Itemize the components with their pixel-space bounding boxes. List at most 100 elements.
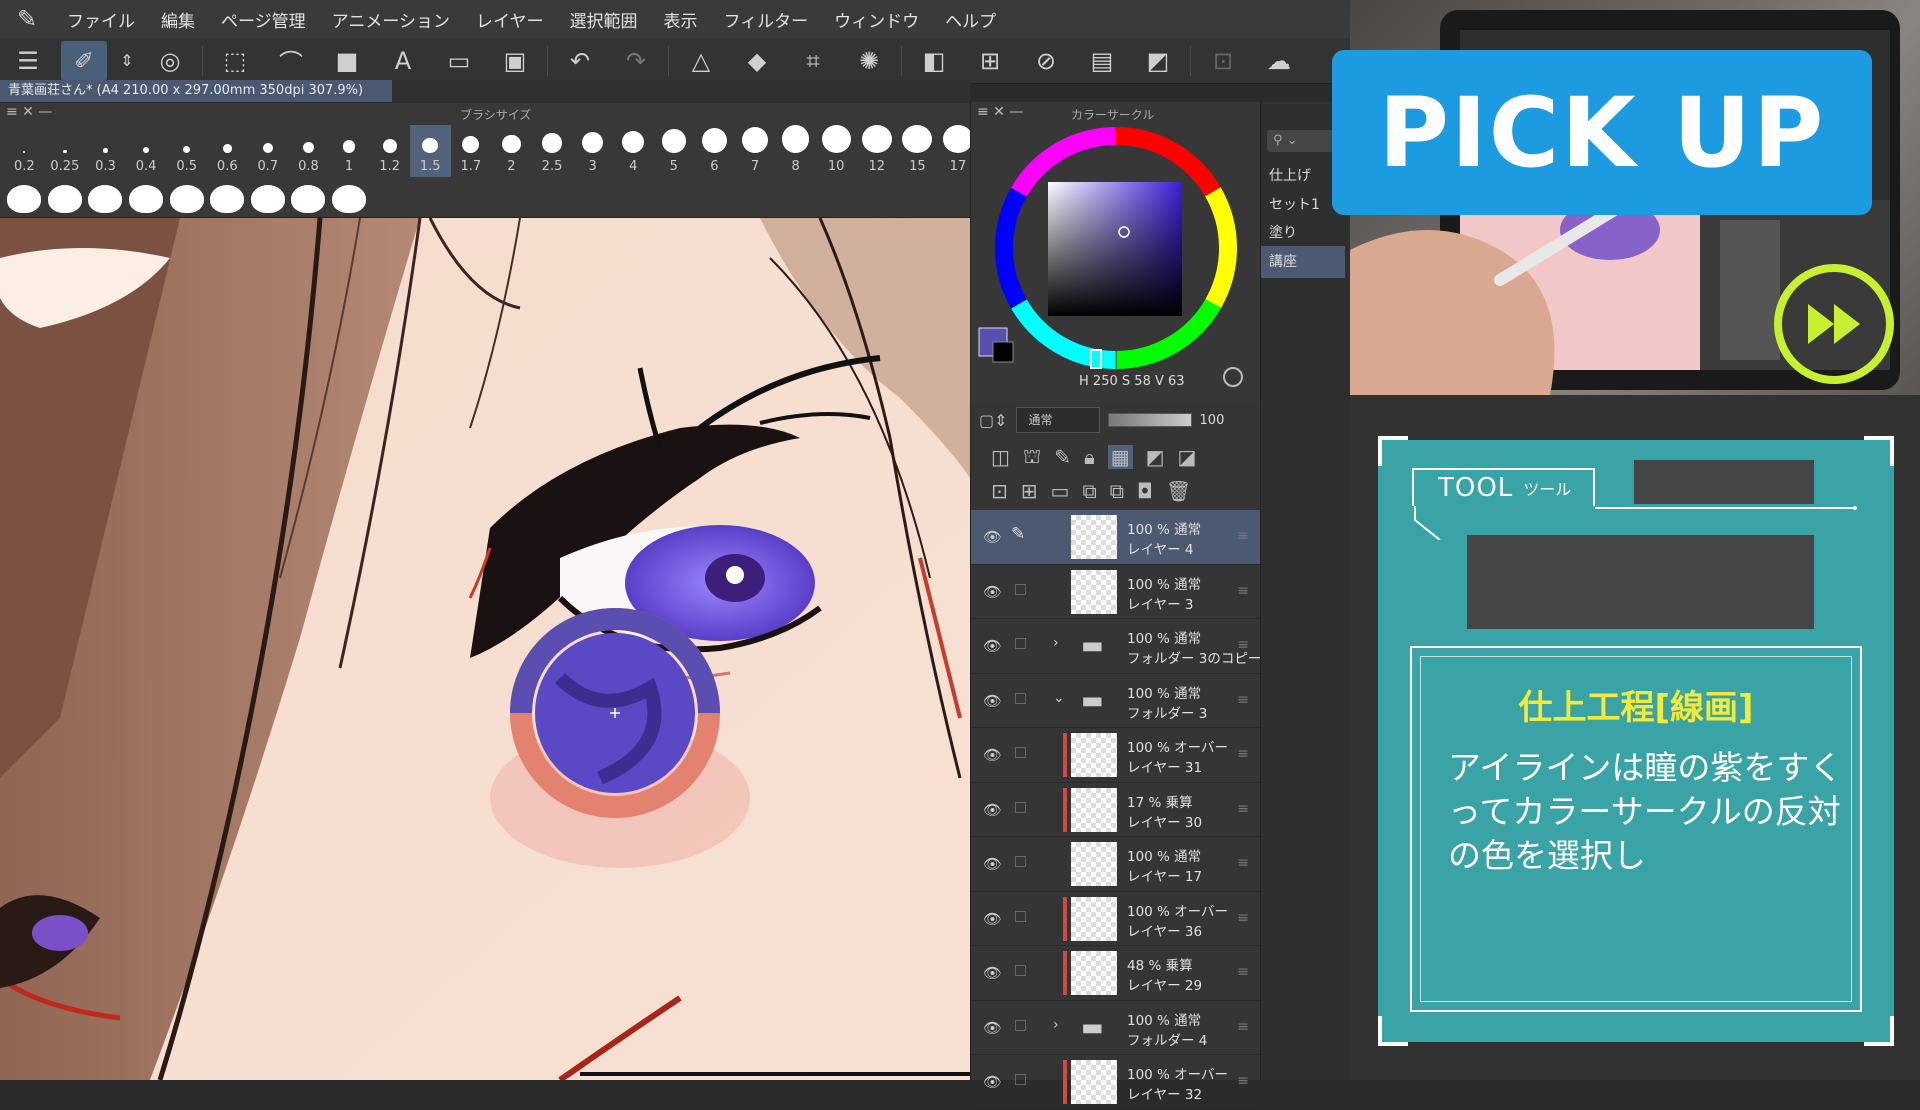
drag-handle-icon[interactable]: ≡ [1237, 583, 1249, 599]
brush-size-large-dot[interactable] [47, 185, 82, 213]
redo-icon[interactable]: ↷ [613, 41, 659, 81]
trash-icon[interactable]: 🗑︎ [1166, 479, 1191, 503]
layer-row[interactable]: 👁︎ 17 % 乗算 レイヤー 30 ≡ [971, 783, 1261, 837]
brush-size-item[interactable]: 2 [491, 125, 532, 177]
drag-handle-icon[interactable]: ≡ [1237, 801, 1249, 817]
layer-row[interactable]: 👁︎ ⌄ ▬ 100 % 通常 フォルダー 3 ≡ [971, 674, 1261, 728]
drag-handle-icon[interactable]: ≡ [1237, 528, 1249, 544]
undo-icon[interactable]: ↶ [557, 41, 603, 81]
brush-size-item[interactable]: 12 [856, 125, 897, 177]
brush-size-large-dot[interactable] [7, 185, 42, 213]
search-icon[interactable]: ⚲ ⌄ [1267, 130, 1342, 152]
color-wheel[interactable] [971, 102, 1261, 402]
brush-size-item[interactable]: 1.7 [451, 125, 492, 177]
grid-icon[interactable]: ⊞ [967, 41, 1013, 81]
brush-size-large-dot[interactable] [250, 185, 285, 213]
brush-size-large-dot[interactable] [88, 185, 123, 213]
menu-file[interactable]: ファイル [54, 7, 148, 32]
layer-lock-toggle[interactable] [1015, 638, 1026, 649]
brush-size-item[interactable]: 0.3 [85, 125, 126, 177]
layer-row[interactable]: 👁︎ 100 % 通常 レイヤー 3 ≡ [971, 565, 1261, 619]
eraser-icon[interactable]: ⊘ [1023, 41, 1069, 81]
reference-icon[interactable]: ⛫ [1023, 444, 1041, 471]
eye-icon[interactable]: 👁︎ [983, 1019, 1002, 1037]
layer-row[interactable]: 👁︎ 48 % 乗算 レイヤー 29 ≡ [971, 946, 1261, 1001]
menu-animation[interactable]: アニメーション [319, 7, 463, 32]
brush-size-item[interactable]: 5 [654, 125, 695, 177]
menu-edit[interactable]: 編集 [148, 7, 208, 32]
brush-size-item[interactable]: 0.5 [166, 125, 207, 177]
layer-lock-toggle[interactable] [1015, 801, 1026, 813]
brush-size-item[interactable]: 0.6 [207, 125, 248, 177]
menu-layer[interactable]: レイヤー [463, 7, 557, 32]
opacity-value[interactable]: 100 [1200, 413, 1225, 428]
menu-icon[interactable]: ☰ [5, 41, 51, 81]
brush-size-item[interactable]: 0.7 [248, 125, 289, 177]
layer-lock-toggle[interactable] [1015, 856, 1026, 867]
subtool-item[interactable]: 塗り [1261, 217, 1345, 249]
brush-size-large-dot[interactable] [291, 185, 326, 213]
eye-icon[interactable]: 👁︎ [983, 801, 1002, 819]
text-icon[interactable]: A [380, 41, 426, 81]
brush-size-item[interactable]: 0.8 [288, 125, 329, 177]
lasso-icon[interactable]: ⌒ [268, 41, 314, 81]
document-tab[interactable]: 青葉画荘さん* (A4 210.00 x 297.00mm 350dpi 307… [0, 80, 392, 102]
brush-size-item[interactable]: 2.5 [532, 125, 573, 177]
menu-selection[interactable]: 選択範囲 [557, 7, 651, 32]
eye-icon[interactable]: 👁︎ [983, 637, 1002, 655]
transparency-lock-icon[interactable]: ▦ [1107, 445, 1133, 469]
eye-icon[interactable]: 👁︎ [983, 964, 1002, 982]
transform-icon[interactable]: ⌗ [790, 41, 836, 81]
brush-size-item[interactable]: 1.5 [409, 125, 451, 177]
drag-handle-icon[interactable]: ≡ [1237, 910, 1249, 926]
layer-type-icon[interactable]: ▢⇕ [979, 411, 1008, 430]
layer-row[interactable]: 👁︎ 100 % オーバー レイヤー 32 ≡ [971, 1055, 1261, 1110]
brush-size-item[interactable]: 7 [735, 125, 776, 177]
brush-size-item[interactable]: 3 [572, 125, 613, 177]
layer-lock-toggle[interactable] [1015, 910, 1026, 922]
panel-controls[interactable]: ≡ ✕ — [6, 104, 52, 120]
eye-icon[interactable]: 👁︎ [983, 746, 1002, 764]
lock-icon[interactable]: 🔒︎ [1084, 445, 1095, 469]
layer-lock-toggle[interactable] [1015, 583, 1026, 595]
eye-icon[interactable]: 👁︎ [983, 692, 1002, 710]
brush-size-item[interactable]: 0.4 [126, 125, 167, 177]
cloud-icon[interactable]: ☁ [1256, 41, 1302, 81]
eyedropper-icon[interactable]: ✐ [61, 40, 107, 81]
layer-row[interactable]: 👁︎ › ▬ 100 % 通常 フォルダー 4 ≡ [971, 1001, 1261, 1055]
eye-icon[interactable]: 👁︎ [983, 528, 1002, 546]
folder-icon[interactable]: ▭ [436, 41, 482, 81]
brush-size-large-dot[interactable] [169, 185, 204, 213]
layer-row[interactable]: 👁︎ 100 % オーバー レイヤー 36 ≡ [971, 892, 1261, 946]
drag-handle-icon[interactable]: ≡ [1237, 964, 1249, 980]
eye-icon[interactable]: 👁︎ [983, 910, 1002, 928]
drag-handle-icon[interactable]: ≡ [1237, 1019, 1249, 1035]
drag-handle-icon[interactable]: ≡ [1237, 637, 1249, 653]
layer-lock-toggle[interactable] [1015, 747, 1026, 758]
edit-icon[interactable]: ◩ [1135, 41, 1181, 81]
brush-size-item[interactable]: 6 [694, 125, 735, 177]
bucket-icon[interactable]: ◆ [734, 41, 780, 81]
menu-page[interactable]: ページ管理 [208, 7, 319, 32]
shape-icon[interactable]: △ [678, 41, 724, 81]
brush-size-large-dot[interactable] [210, 185, 245, 213]
layers-icon[interactable]: ▤ [1079, 41, 1125, 81]
select-icon[interactable]: ⬚ [212, 41, 258, 81]
brush-size-item[interactable]: 1 [329, 125, 370, 177]
chevron-right-icon[interactable]: › [1053, 635, 1059, 651]
loading-icon[interactable]: ✺ [846, 41, 892, 81]
brush-size-item[interactable]: 0.2 [4, 125, 45, 177]
mask-icon[interactable]: ◩ [1146, 445, 1165, 469]
chevron-right-icon[interactable]: › [1053, 1017, 1059, 1033]
drag-handle-icon[interactable]: ≡ [1237, 746, 1249, 762]
layer-row[interactable]: 👁︎ 100 % オーバー レイヤー 31 ≡ [971, 728, 1261, 783]
frame-icon[interactable]: ▣ [492, 41, 538, 81]
arrows-icon[interactable]: ⇕ [117, 41, 137, 81]
eye-icon[interactable]: 👁︎ [983, 855, 1002, 873]
fill-square-icon[interactable]: ■ [324, 41, 370, 81]
drawing-canvas[interactable] [0, 218, 970, 1080]
brush-size-item[interactable]: 4 [613, 125, 654, 177]
layer-row[interactable]: 👁︎ › ▬ 100 % 通常 フォルダー 3のコピー ≡ [971, 619, 1261, 674]
mask-off-icon[interactable]: ◪ [1178, 445, 1197, 469]
fast-forward-icon[interactable] [1772, 262, 1896, 386]
